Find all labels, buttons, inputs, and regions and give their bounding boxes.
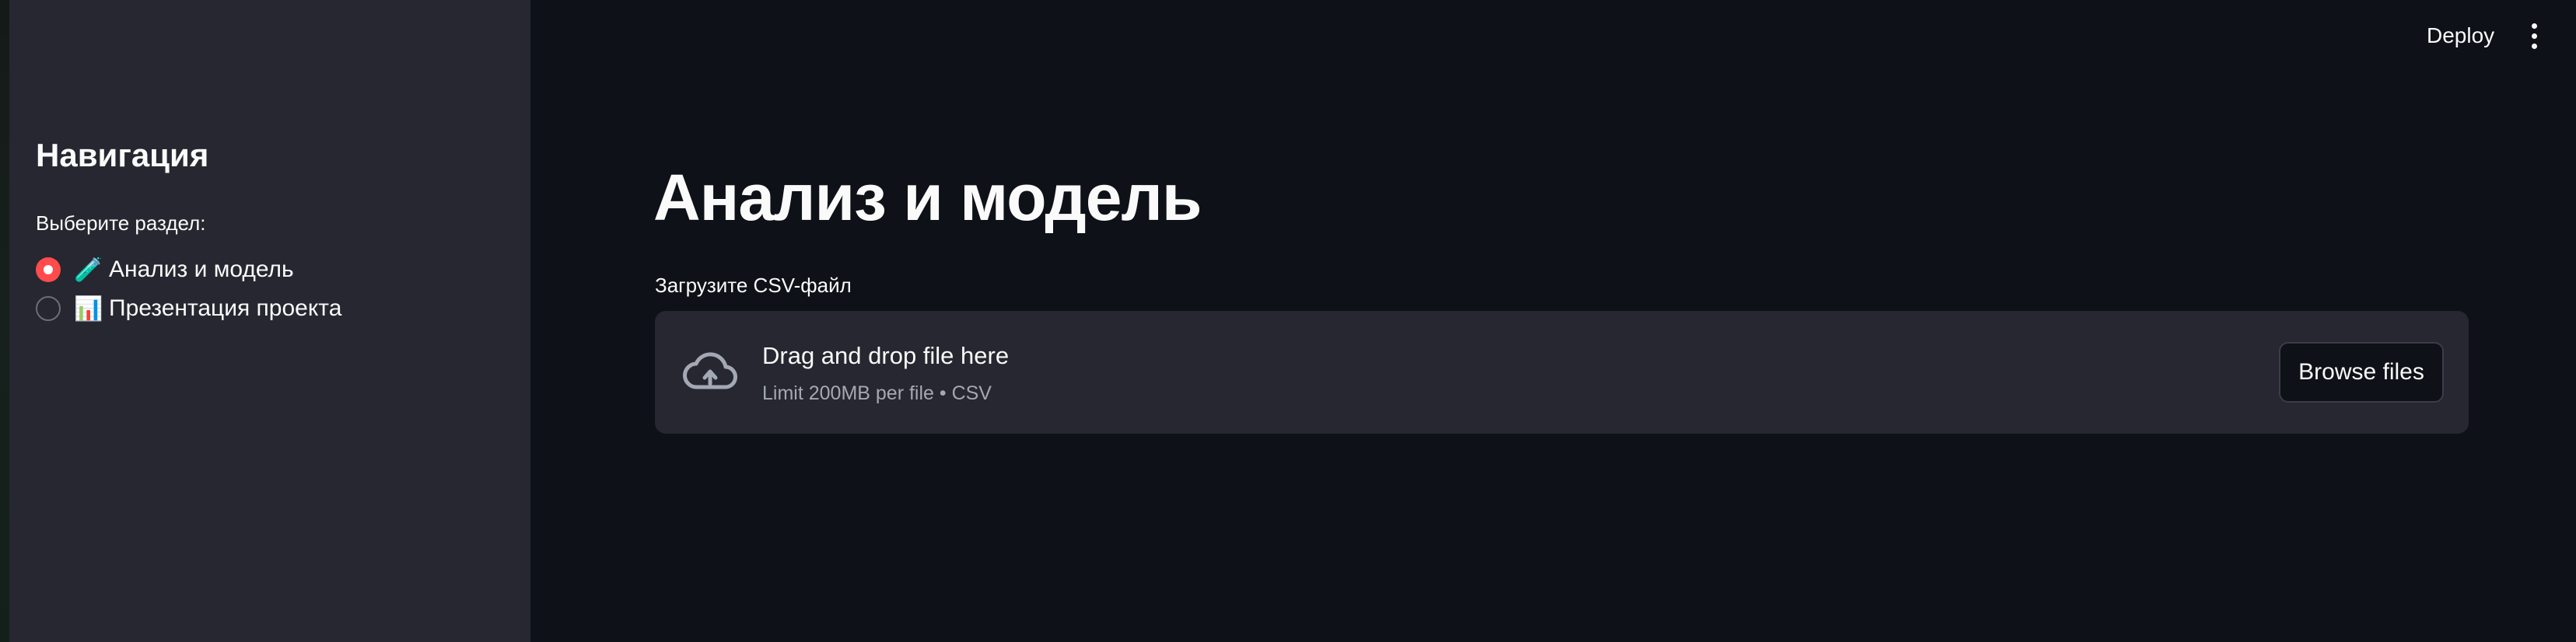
menu-dot [2531,33,2537,39]
app-root: Навигация Выберите раздел: 🧪 Анализ и мо… [0,0,2576,642]
radio-dot [44,265,53,274]
radio-button-unchecked[interactable] [36,296,61,321]
radio-option-presentation[interactable]: 📊 Презентация проекта [36,289,341,328]
sidebar-title: Навигация [36,137,209,173]
sidebar: Навигация Выберите раздел: 🧪 Анализ и мо… [9,0,530,642]
dropzone-limit-text: Limit 200MB per file • CSV [762,382,992,404]
radio-option-label: Анализ и модель [109,256,294,282]
window-edge [0,0,9,642]
radio-button-checked[interactable] [36,257,61,282]
page-title: Анализ и модель [653,161,1202,234]
bar-chart-icon: 📊 [74,295,103,323]
file-dropzone[interactable]: Drag and drop file here Limit 200MB per … [655,311,2469,434]
uploader-label: Загрузите CSV-файл [655,274,852,297]
radio-option-analysis[interactable]: 🧪 Анализ и модель [36,250,341,289]
radio-option-label: Презентация проекта [109,295,342,321]
browse-files-button[interactable]: Browse files [2279,342,2444,403]
deploy-button[interactable]: Deploy [2411,16,2510,56]
vertical-ellipsis-icon[interactable] [2518,16,2550,56]
section-radio-caption: Выберите раздел: [36,211,206,235]
test-tube-icon: 🧪 [74,256,103,284]
menu-dot [2531,23,2537,29]
section-radio-group: 🧪 Анализ и модель 📊 Презентация проекта [36,250,341,328]
dropzone-instructions: Drag and drop file here [762,342,1010,369]
menu-dot [2531,43,2537,49]
cloud-upload-icon [683,352,737,389]
